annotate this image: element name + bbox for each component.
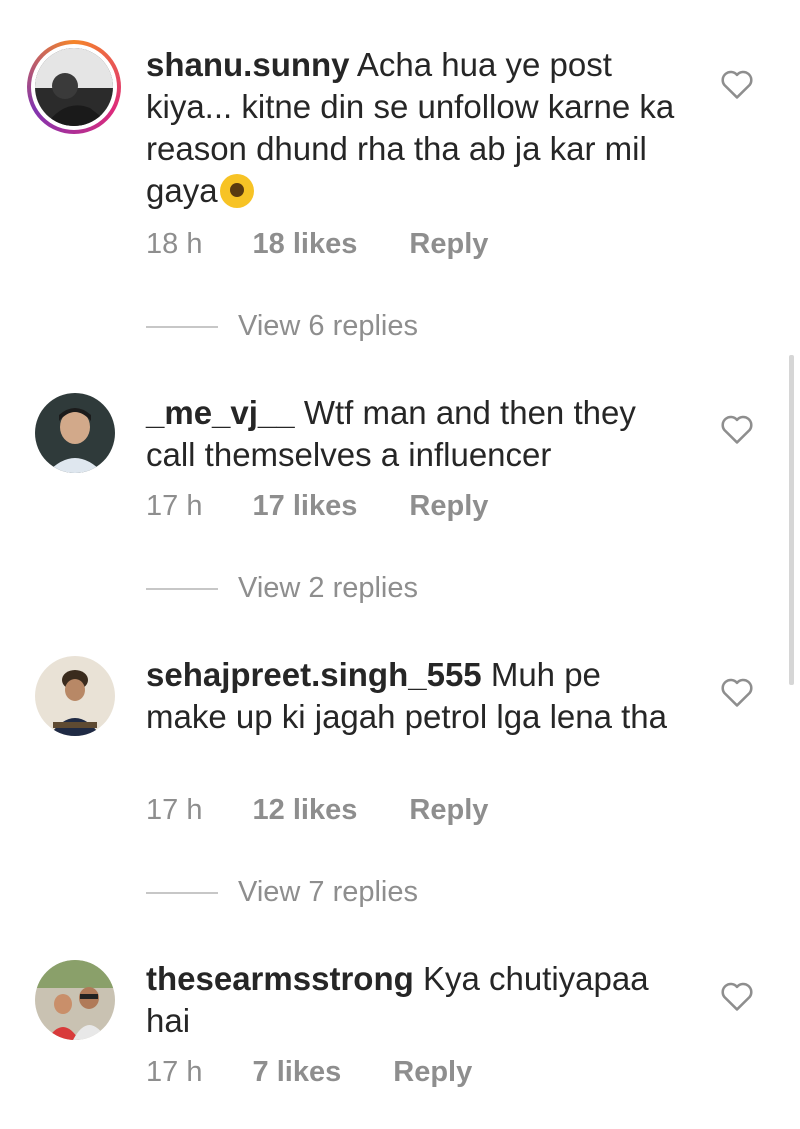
reply-button[interactable]: Reply [409,794,488,827]
avatar-story-ring[interactable] [27,40,121,134]
comment-meta: 17 h 7 likes Reply [146,1056,472,1089]
comment-likes[interactable]: 18 likes [253,228,358,261]
comment-likes[interactable]: 17 likes [253,490,358,523]
divider-line [146,892,218,895]
comment-time: 18 h [146,228,203,260]
reply-button[interactable]: Reply [409,490,488,523]
reply-button[interactable]: Reply [393,1056,472,1089]
avatar[interactable] [35,393,115,473]
avatar[interactable] [35,656,115,736]
comment-text: thesearmsstrong Kya chutiyapaa hai [146,958,686,1042]
comment-meta: 18 h 18 likes Reply [146,228,488,261]
avatar [35,48,113,126]
view-replies-button[interactable]: View 6 replies [146,310,418,343]
comment-meta: 17 h 12 likes Reply [146,794,488,827]
comment-time: 17 h [146,1056,203,1088]
comment-username[interactable]: sehajpreet.singh_555 [146,656,482,693]
view-replies-label: View 2 replies [238,572,419,604]
comment-text: sehajpreet.singh_555 Muh pe make up ki j… [146,654,686,738]
avatar[interactable] [35,960,115,1040]
comment-likes[interactable]: 7 likes [253,1056,342,1089]
comment-username[interactable]: shanu.sunny [146,46,350,83]
comment-username[interactable]: _me_vj__ [146,394,295,431]
divider-line [146,588,218,591]
comment-username[interactable]: thesearmsstrong [146,960,414,997]
divider-line [146,326,218,329]
comment-text: _me_vj__ Wtf man and then they call them… [146,392,686,476]
heart-outline-icon[interactable] [720,68,754,100]
comment-time: 17 h [146,794,203,826]
view-replies-label: View 7 replies [238,876,419,908]
heart-outline-icon[interactable] [720,676,754,708]
heart-outline-icon[interactable] [720,413,754,445]
laughing-emoji-icon [219,174,254,208]
avatar-border [31,44,117,130]
comment-text: shanu.sunny Acha hua ye post kiya... kit… [146,44,686,212]
comment-time: 17 h [146,490,203,522]
comment-meta: 17 h 17 likes Reply [146,490,488,523]
view-replies-button[interactable]: View 2 replies [146,572,418,605]
reply-button[interactable]: Reply [409,228,488,261]
comment-likes[interactable]: 12 likes [253,794,358,827]
view-replies-label: View 6 replies [238,310,419,342]
heart-outline-icon[interactable] [720,980,754,1012]
scrollbar[interactable] [789,355,794,685]
view-replies-button[interactable]: View 7 replies [146,876,418,909]
